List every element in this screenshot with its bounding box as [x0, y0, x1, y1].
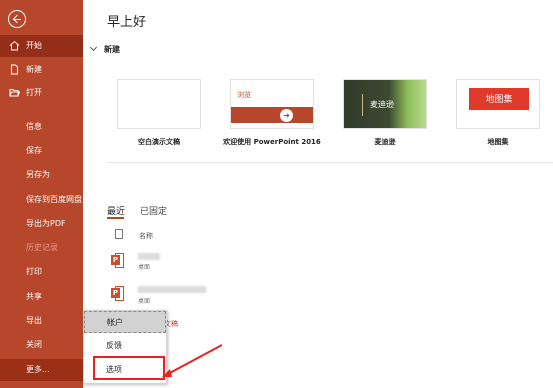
nav-save[interactable]: 保存: [0, 140, 83, 162]
new-section-label: 新建: [104, 45, 120, 54]
nav-save-baidu[interactable]: 保存到百度网盘: [0, 189, 83, 211]
nav-home-label: 开始: [26, 41, 42, 50]
file-location: 桌面: [138, 264, 151, 271]
tab-pinned[interactable]: 已固定: [140, 204, 167, 217]
back-arrow-icon[interactable]: [8, 10, 26, 28]
nav-new-label: 新建: [26, 65, 42, 74]
template-atlas-label: 地图集: [487, 138, 509, 146]
new-file-icon: [11, 64, 18, 75]
file-name-redacted: [138, 286, 206, 293]
template-blank-label: 空白演示文稿: [138, 138, 180, 146]
backstage-sidebar: 开始 新建 打开 信息 保存 另存为 保存到百度网盘 导出为PDF 历史记录 打…: [0, 0, 83, 388]
template-atlas[interactable]: 地图集: [456, 79, 540, 129]
template-welcome-thumb-title: 浏览: [237, 91, 251, 99]
nav-save-baidu-label: 保存到百度网盘: [26, 195, 82, 204]
column-header-name[interactable]: 名称: [139, 231, 153, 241]
nav-export-label: 导出: [26, 316, 42, 325]
nav-save-label: 保存: [26, 146, 42, 155]
page-title: 早上好: [107, 15, 147, 30]
annotation-arrow-line: [165, 344, 223, 376]
nav-export-pdf[interactable]: 导出为PDF: [0, 213, 83, 235]
template-welcome[interactable]: 浏览 ➜: [230, 79, 314, 129]
nav-open-label: 打开: [26, 88, 42, 97]
new-section-header[interactable]: 新建: [89, 43, 120, 55]
nav-export[interactable]: 导出: [0, 310, 83, 332]
powerpoint-file-icon: P: [111, 286, 124, 301]
nav-more[interactable]: 更多...: [0, 359, 83, 381]
nav-open[interactable]: 打开: [0, 82, 83, 104]
nav-share[interactable]: 共享: [0, 286, 83, 308]
file-name-redacted: [138, 253, 160, 260]
nav-export-pdf-label: 导出为PDF: [26, 219, 66, 228]
template-madison[interactable]: 麦迪逊: [343, 79, 427, 129]
template-welcome-band: [231, 107, 313, 123]
template-madison-thumb-title: 麦迪逊: [370, 100, 394, 109]
nav-info-label: 信息: [26, 122, 42, 131]
home-icon: [9, 40, 20, 51]
nav-save-as[interactable]: 另存为: [0, 164, 83, 186]
template-atlas-thumb-title: 地图集: [485, 95, 513, 105]
nav-more-label: 更多...: [26, 365, 50, 374]
arrow-right-icon: ➜: [280, 109, 293, 122]
nav-save-as-label: 另存为: [26, 170, 50, 179]
template-welcome-label: 欢迎使用 PowerPoint 2016: [223, 138, 321, 146]
nav-print[interactable]: 打印: [0, 261, 83, 283]
template-blank[interactable]: [117, 79, 201, 129]
tab-recent[interactable]: 最近: [107, 204, 125, 217]
nav-close[interactable]: 关闭: [0, 334, 83, 356]
nav-share-label: 共享: [26, 292, 42, 301]
more-popup-menu: 帐户 反馈 选项: [83, 310, 167, 384]
template-madison-accent-line: [362, 94, 363, 116]
nav-home[interactable]: 开始: [0, 35, 83, 57]
popup-item-feedback[interactable]: 反馈: [84, 335, 166, 357]
nav-print-label: 打印: [26, 267, 42, 276]
file-location: 桌面: [138, 298, 151, 305]
nav-close-label: 关闭: [26, 340, 42, 349]
nav-info[interactable]: 信息: [0, 116, 83, 138]
popup-item-options[interactable]: 选项: [84, 359, 166, 381]
nav-history: 历史记录: [0, 237, 83, 259]
folder-open-icon: [9, 89, 20, 97]
nav-new[interactable]: 新建: [0, 59, 83, 81]
nav-history-label: 历史记录: [26, 243, 58, 252]
template-madison-label: 麦迪逊: [374, 138, 396, 146]
section-divider: [107, 162, 553, 163]
powerpoint-file-icon: P: [111, 253, 124, 268]
chevron-down-icon: [89, 43, 98, 52]
popup-item-account[interactable]: 帐户: [84, 311, 166, 333]
file-type-icon: [115, 229, 123, 239]
tab-recent-underline: [107, 217, 124, 219]
